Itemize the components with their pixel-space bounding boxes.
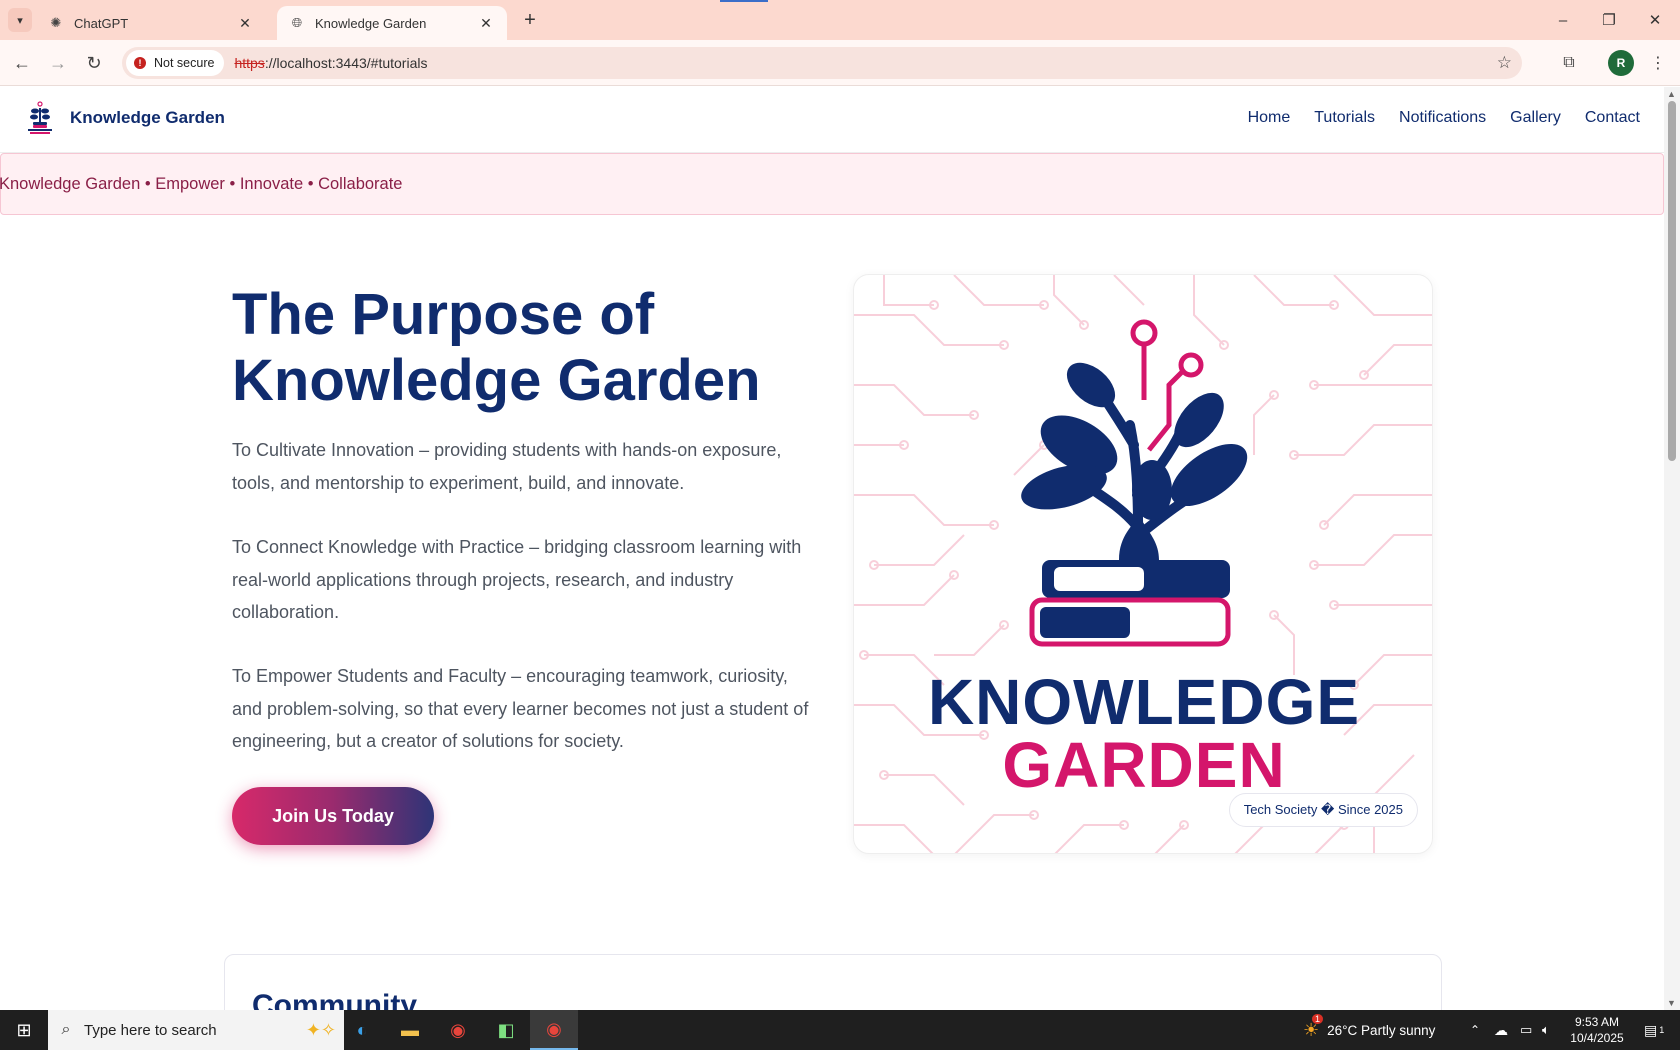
search-placeholder: Type here to search [84, 1021, 217, 1039]
weather-widget[interactable]: ☀ 1 26°C Partly sunny [1303, 1010, 1435, 1050]
taskbar-clock[interactable]: 9:53 AM 10/4/2025 [1562, 1014, 1632, 1046]
globe-icon: 🌐︎ [291, 15, 303, 30]
url-text[interactable]: https://localhost:3443/#tutorials [234, 55, 427, 71]
windows-start-icon[interactable]: ⊞ [0, 1010, 48, 1050]
hero-paragraph-practice: To Connect Knowledge with Practice – bri… [232, 537, 802, 622]
tab-title: Knowledge Garden [315, 15, 427, 31]
marquee-ticker: Knowledge Garden • Empower • Innovate • … [0, 153, 1664, 215]
network-icon[interactable]: ▭ [1520, 1010, 1532, 1050]
page-scrollbar[interactable]: ▲ ▼ [1664, 87, 1680, 1010]
minimize-icon[interactable]: – [1540, 0, 1586, 40]
close-window-icon[interactable]: ✕ [1632, 0, 1678, 40]
web-page: Knowledge Garden Home Tutorials Notifica… [0, 87, 1664, 1010]
logo-card: KNOWLEDGE GARDEN Tech Society � Since 20… [853, 274, 1433, 854]
taskbar-search[interactable]: ⌕ Type here to search ✦✧ [48, 1010, 344, 1050]
hero-title-line2: Knowledge Garden [232, 348, 761, 413]
hero-paragraph-empower: To Empower Students and Faculty – encour… [232, 666, 809, 751]
chatgpt-favicon-icon: ✺ [50, 15, 62, 30]
scroll-up-icon[interactable]: ▲ [1667, 89, 1676, 99]
tab-title: ChatGPT [74, 15, 129, 31]
windows-taskbar: ⊞ ⌕ Type here to search ✦✧ ◐ ▬ ◉ ◧ ◉ ☀ 1 … [0, 1010, 1680, 1050]
search-icon: ⌕ [61, 1021, 71, 1038]
tab-chatgpt[interactable]: ✺ ChatGPT ✕ [36, 6, 266, 40]
browser-toolbar: ← → ↻ ! Not secure https://localhost:344… [0, 40, 1680, 86]
forward-arrow-icon[interactable]: → [44, 49, 72, 77]
since-badge: Tech Society � Since 2025 [1228, 793, 1418, 827]
chrome-app-icon[interactable]: ◉ [434, 1010, 482, 1050]
reload-icon[interactable]: ↻ [80, 49, 108, 77]
address-bar[interactable]: ! Not secure https://localhost:3443/#tut… [122, 47, 1522, 79]
bookmark-star-icon[interactable]: ☆ [1497, 53, 1512, 73]
weather-badge: 1 [1312, 1013, 1324, 1024]
clock-date: 10/4/2025 [1570, 1031, 1624, 1045]
main-nav: Home Tutorials Notifications Gallery Con… [1248, 109, 1664, 127]
scroll-thumb[interactable] [1668, 101, 1676, 461]
security-label: Not secure [154, 56, 215, 70]
tab-search-chevron-icon[interactable]: ▾ [8, 8, 32, 32]
file-explorer-icon[interactable]: ▬ [386, 1010, 434, 1050]
extensions-puzzle-icon[interactable]: ⧉ [1556, 50, 1582, 76]
chrome-profile-app-icon[interactable]: ◉ [530, 1010, 578, 1050]
more-menu-icon[interactable]: ⋮ [1645, 50, 1671, 76]
logo-word-garden: GARDEN [1002, 729, 1286, 801]
clock-time: 9:53 AM [1574, 1015, 1620, 1029]
hero-title-line1: The Purpose of [232, 282, 655, 347]
warning-icon: ! [134, 57, 146, 69]
brand-logo-icon [28, 101, 52, 134]
weather-text: 26°C Partly sunny [1327, 1022, 1436, 1038]
community-section: Community [224, 954, 1442, 1010]
profile-avatar[interactable]: R [1608, 50, 1634, 76]
scroll-down-icon[interactable]: ▼ [1667, 998, 1676, 1008]
sparkle-icon: ✦✧ [305, 1019, 336, 1040]
tab-drag-indicator [720, 0, 768, 2]
terminal-app-icon[interactable]: ◧ [482, 1010, 530, 1050]
tray-chevron-icon[interactable]: ⌃ [1470, 1010, 1480, 1050]
tab-knowledge-garden[interactable]: 🌐︎ Knowledge Garden ✕ [277, 6, 507, 40]
ticker-text: Knowledge Garden • Empower • Innovate • … [0, 174, 403, 193]
onedrive-cloud-icon[interactable]: ☁ [1494, 1010, 1508, 1050]
hero-title: The Purpose of Knowledge Garden [232, 282, 792, 414]
join-us-button[interactable]: Join Us Today [232, 787, 434, 845]
nav-tutorials[interactable]: Tutorials [1314, 109, 1375, 127]
nav-gallery[interactable]: Gallery [1510, 109, 1561, 127]
site-header: Knowledge Garden Home Tutorials Notifica… [0, 87, 1664, 153]
close-tab-icon[interactable]: ✕ [477, 14, 495, 32]
back-arrow-icon[interactable]: ← [8, 49, 36, 77]
brand-name: Knowledge Garden [70, 108, 225, 127]
new-tab-plus-icon[interactable]: + [518, 8, 542, 32]
close-tab-icon[interactable]: ✕ [236, 14, 254, 32]
hero-paragraph-innovation: To Cultivate Innovation – providing stud… [232, 440, 782, 493]
volume-icon[interactable]: 🔈︎ [1542, 1010, 1550, 1050]
community-title: Community [252, 989, 417, 1010]
notification-count: 1 [1659, 1025, 1665, 1035]
url-path: ://localhost:3443/#tutorials [264, 55, 428, 71]
nav-home[interactable]: Home [1248, 109, 1291, 127]
notifications-icon[interactable]: ▤ 1 [1644, 1010, 1664, 1050]
weather-sun-cloud-icon: ☀ 1 [1303, 1013, 1324, 1041]
restore-icon[interactable]: ❐ [1586, 0, 1632, 40]
url-scheme: https [234, 55, 265, 71]
edge-app-icon[interactable]: ◐ [338, 1010, 386, 1050]
security-chip[interactable]: ! Not secure [126, 50, 225, 76]
nav-notifications[interactable]: Notifications [1399, 109, 1486, 127]
nav-contact[interactable]: Contact [1585, 109, 1640, 127]
brand[interactable]: Knowledge Garden [22, 100, 225, 136]
browser-tab-bar: ▾ ✺ ChatGPT ✕ 🌐︎ Knowledge Garden ✕ + – … [0, 0, 1680, 40]
